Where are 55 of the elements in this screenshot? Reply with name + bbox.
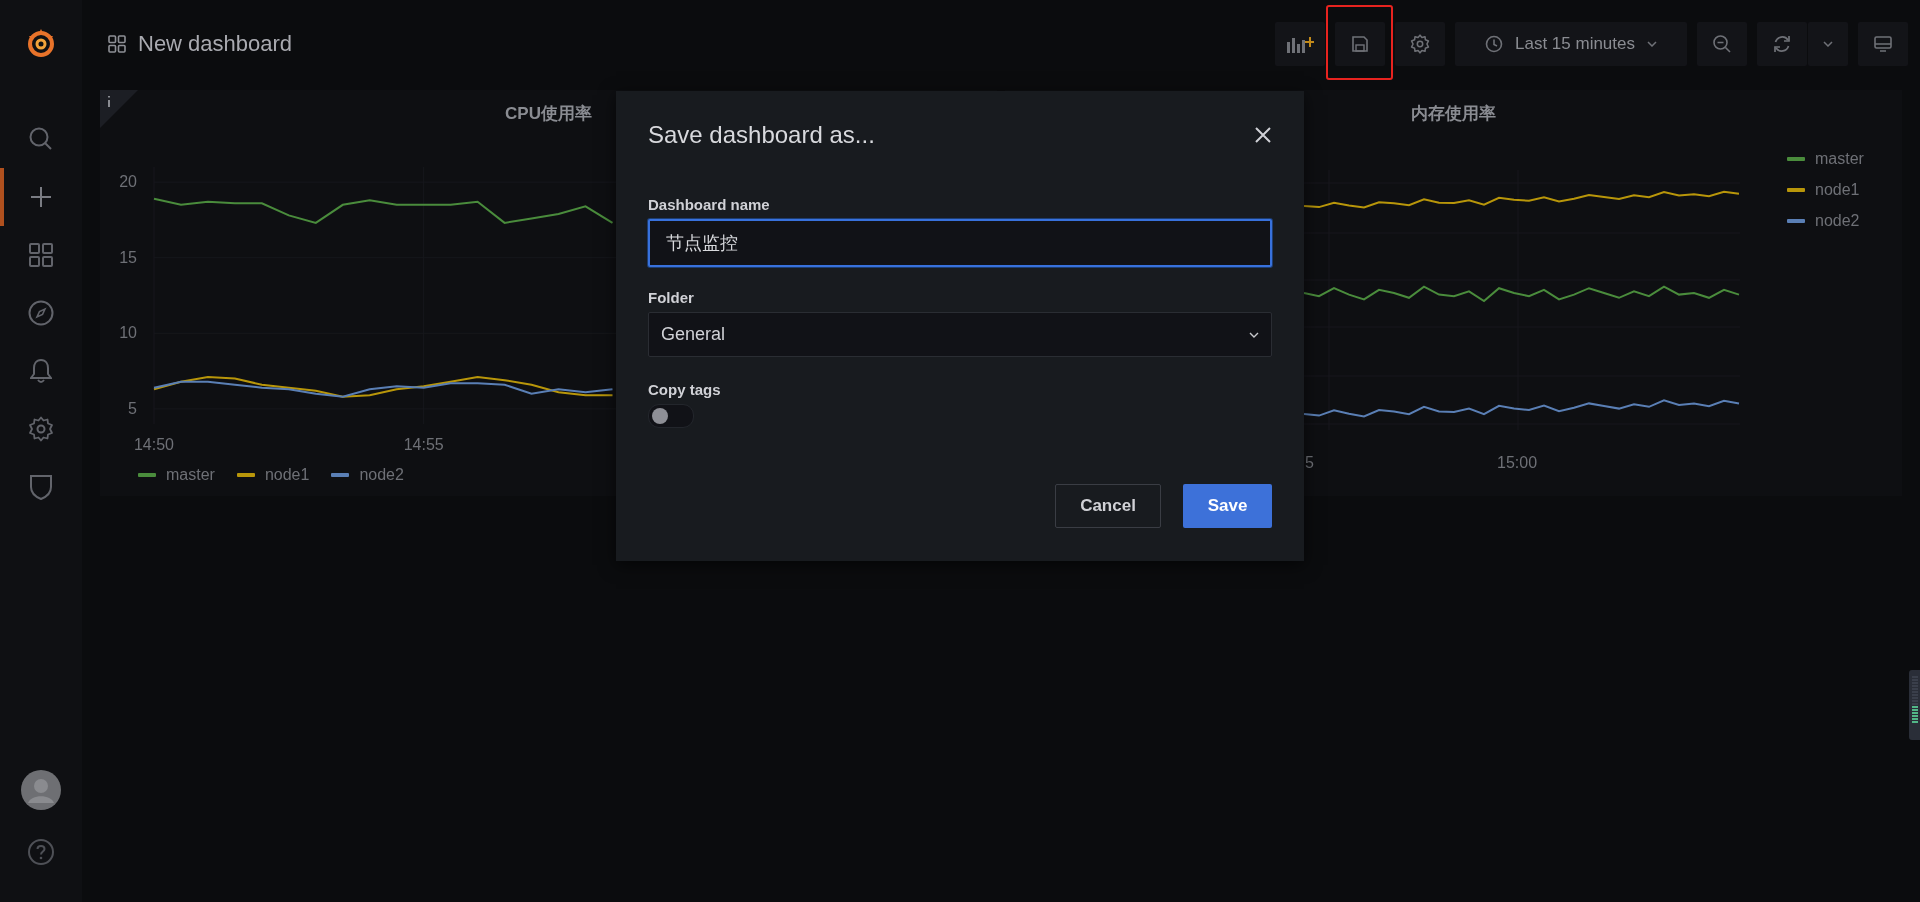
y-axis-label: 15 bbox=[119, 248, 137, 266]
legend-label[interactable]: node2 bbox=[1815, 212, 1860, 230]
panel-title: 内存使用率 bbox=[1411, 104, 1496, 123]
y-axis-label: 5 bbox=[128, 399, 137, 417]
info-corner-icon bbox=[100, 90, 138, 128]
chevron-down-icon bbox=[1249, 331, 1259, 338]
x-axis-label: 5 bbox=[1305, 454, 1314, 472]
shield-icon bbox=[29, 473, 53, 501]
settings-button[interactable] bbox=[1395, 22, 1445, 66]
caret-icon bbox=[1647, 41, 1657, 47]
tv-mode-button[interactable] bbox=[1858, 22, 1908, 66]
field-label: Dashboard name bbox=[648, 196, 770, 213]
close-icon[interactable] bbox=[1254, 126, 1272, 144]
compass-icon bbox=[28, 300, 54, 326]
field-label: Folder bbox=[648, 289, 694, 306]
x-axis-label: 15:00 bbox=[1497, 454, 1538, 472]
bar-chart-plus-icon bbox=[1286, 34, 1314, 54]
folder-select[interactable]: General bbox=[648, 312, 1272, 357]
refresh-button[interactable] bbox=[1757, 22, 1807, 66]
zoom-out-icon bbox=[1712, 34, 1732, 54]
y-axis-label: 10 bbox=[119, 324, 137, 342]
caret-icon bbox=[1823, 41, 1833, 47]
dialog-title: Save dashboard as... bbox=[648, 121, 875, 149]
side-tab-handle[interactable] bbox=[1909, 670, 1920, 740]
time-range-picker[interactable]: Last 15 minutes bbox=[1455, 22, 1687, 66]
add-panel-button[interactable] bbox=[1275, 22, 1325, 66]
legend-label[interactable]: node2 bbox=[359, 466, 404, 484]
save-button[interactable] bbox=[1335, 22, 1385, 66]
panel-title: CPU使用率 bbox=[505, 104, 592, 123]
gear-icon bbox=[28, 416, 54, 442]
search-icon bbox=[28, 126, 54, 152]
field-label: Copy tags bbox=[648, 381, 721, 398]
x-axis-label: 14:55 bbox=[403, 436, 444, 453]
legend-label[interactable]: master bbox=[1815, 150, 1864, 168]
refresh-icon bbox=[1772, 34, 1792, 54]
clock-icon bbox=[1485, 35, 1503, 53]
legend-label[interactable]: master bbox=[166, 466, 215, 484]
dashboard-title[interactable]: New dashboard bbox=[138, 31, 293, 57]
grid-icon bbox=[108, 35, 126, 53]
avatar-icon[interactable] bbox=[21, 770, 61, 810]
legend-label[interactable]: node1 bbox=[264, 466, 310, 484]
bell-icon bbox=[30, 358, 52, 384]
copy-tags-switch[interactable] bbox=[648, 404, 694, 428]
y-axis-label: 20 bbox=[119, 173, 137, 191]
zoom-out-button[interactable] bbox=[1697, 22, 1747, 66]
legend-label[interactable]: node1 bbox=[1815, 181, 1860, 199]
grid-icon bbox=[29, 243, 53, 267]
gear-icon bbox=[1410, 34, 1430, 54]
cancel-button[interactable]: Cancel bbox=[1055, 484, 1161, 528]
dashboard-name-field[interactable]: 节点监控 bbox=[648, 219, 1272, 267]
plus-icon bbox=[29, 185, 53, 209]
monitor-icon bbox=[1873, 34, 1893, 54]
x-axis-label: 14:50 bbox=[134, 436, 174, 453]
help-icon[interactable] bbox=[27, 838, 55, 866]
save-button[interactable]: Save bbox=[1183, 484, 1272, 528]
